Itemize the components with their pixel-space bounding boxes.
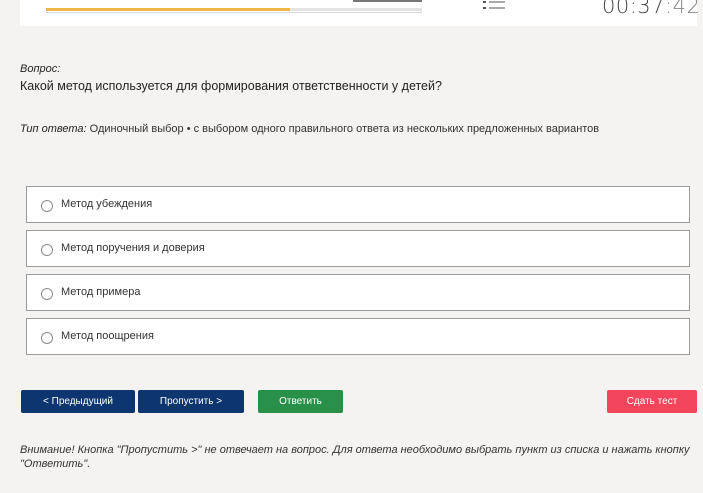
question-list-icon[interactable] xyxy=(483,0,505,12)
timer-seconds: :42 xyxy=(665,0,701,18)
test-header-bar: 00:37:42 xyxy=(20,0,700,26)
answer-option[interactable]: Метод поручения и доверия xyxy=(26,230,690,267)
answer-option-label: Метод убеждения xyxy=(61,198,153,210)
answer-option[interactable]: Метод поощрения xyxy=(26,318,690,355)
radio-button[interactable] xyxy=(41,288,53,300)
finish-test-button[interactable]: Сдать тест xyxy=(607,390,697,413)
answer-option-label: Метод поощрения xyxy=(61,330,154,342)
answer-option-label: Метод поручения и доверия xyxy=(61,242,205,254)
progress-marker xyxy=(353,0,422,2)
answer-type-label: Тип ответа: xyxy=(20,123,87,135)
radio-button[interactable] xyxy=(41,244,53,256)
progress-bar-shadow xyxy=(46,12,422,13)
radio-button[interactable] xyxy=(41,200,53,212)
radio-button[interactable] xyxy=(41,332,53,344)
progress-fill xyxy=(46,8,291,11)
timer-main: 00:37 xyxy=(602,0,666,18)
skip-warning: Внимание! Кнопка "Пропустить >" не отвеч… xyxy=(20,444,690,470)
answer-button[interactable]: Ответить xyxy=(258,390,343,413)
progress-bar xyxy=(46,8,422,11)
answer-option[interactable]: Метод убеждения xyxy=(26,186,690,223)
question-text: Какой метод используется для формировани… xyxy=(20,79,442,93)
timer: 00:37:42 xyxy=(602,0,700,18)
previous-button[interactable]: < Предыдущий xyxy=(21,390,135,413)
answer-type-text: Одиночный выбор • с выбором одного прави… xyxy=(86,123,600,135)
answer-option-label: Метод примера xyxy=(61,286,141,298)
question-label: Вопрос: xyxy=(20,63,61,75)
answer-option[interactable]: Метод примера xyxy=(26,274,690,311)
skip-button[interactable]: Пропустить > xyxy=(138,390,244,413)
answer-type: Тип ответа: Одиночный выбор • с выбором … xyxy=(20,123,599,135)
